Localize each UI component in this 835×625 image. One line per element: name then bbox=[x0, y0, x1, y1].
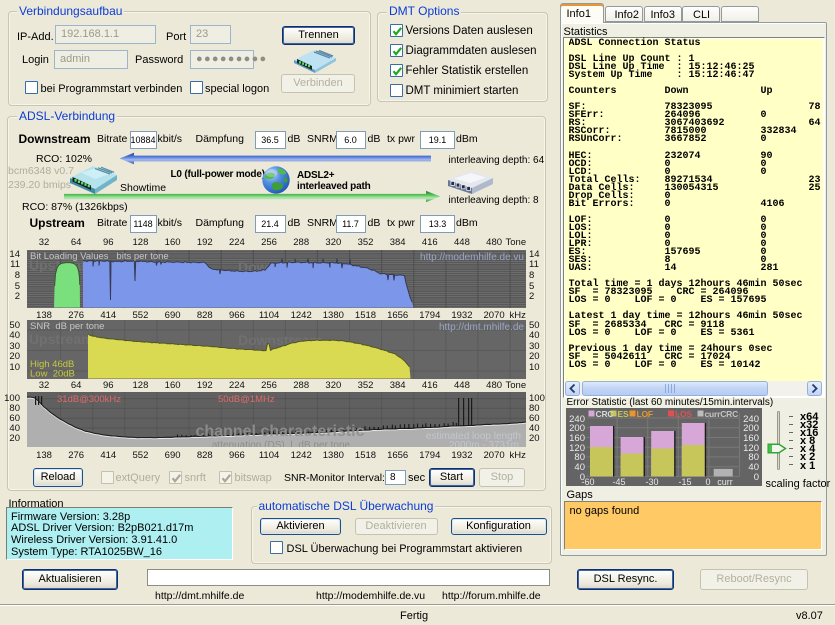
svg-text:31dB@300kHz: 31dB@300kHz bbox=[57, 394, 121, 405]
svg-text:channel characteristic: channel characteristic bbox=[196, 423, 365, 440]
svg-text:SNR dB per tone: SNR dB per tone bbox=[30, 321, 104, 332]
svg-text:attenuation (DS) | dB per to: attenuation (DS) | dB per tone bbox=[212, 440, 351, 447]
svg-text:2000m - 3731m: 2000m - 3731m bbox=[449, 440, 519, 447]
svg-text:50dB@1MHz: 50dB@1MHz bbox=[218, 394, 275, 405]
svg-text:Low 20dB: Low 20dB bbox=[30, 369, 75, 379]
svg-text:Upstream: Upstream bbox=[29, 331, 94, 347]
svg-text:http://modemhilfe.de.vu: http://modemhilfe.de.vu bbox=[420, 252, 524, 263]
svg-text:Bit Loading Values bits per: Bit Loading Values bits per tone bbox=[30, 251, 169, 262]
svg-text:http://dmt.mhilfe.de: http://dmt.mhilfe.de bbox=[439, 322, 524, 333]
